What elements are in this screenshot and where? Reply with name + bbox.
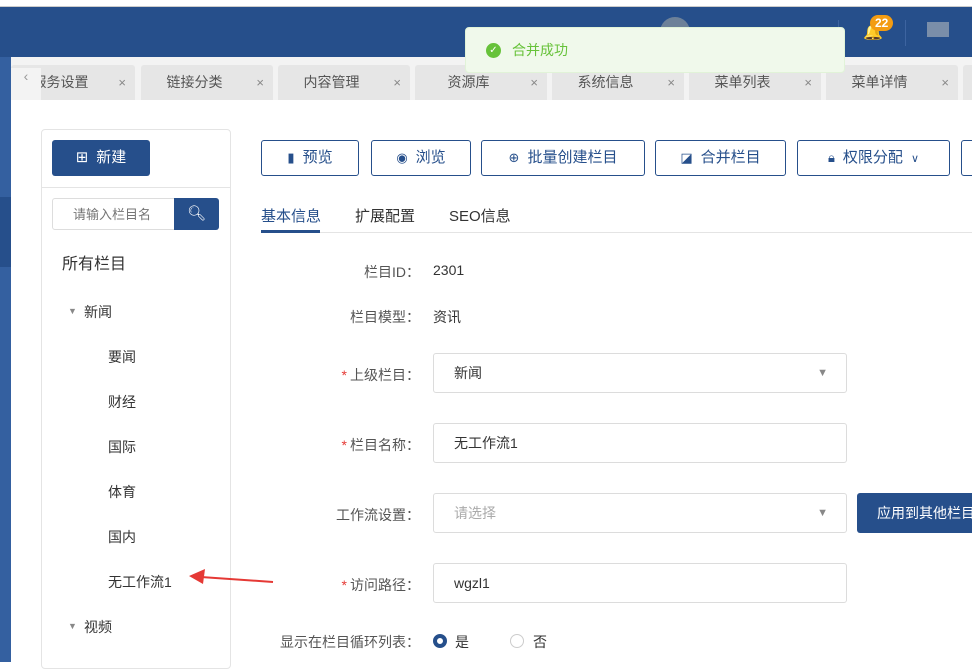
tab-link-category[interactable]: 链接分类 × bbox=[141, 65, 273, 100]
tab-basic-info[interactable]: 基本信息 bbox=[261, 205, 321, 226]
add-copy-icon: ⊞ bbox=[75, 149, 89, 166]
radio-yes-label[interactable]: 是 bbox=[455, 632, 469, 652]
left-nav-active[interactable] bbox=[0, 197, 11, 267]
required-mark: * bbox=[341, 367, 347, 383]
preview-button[interactable]: ▮ 预览 bbox=[261, 140, 359, 176]
permission-label: 权限分配 bbox=[842, 149, 903, 166]
divider bbox=[261, 232, 972, 233]
batch-create-button[interactable]: ⊕ 批量创建栏目 bbox=[481, 140, 645, 176]
caret-down-icon: ▼ bbox=[817, 367, 828, 379]
tree-node[interactable]: 要闻 bbox=[108, 347, 136, 367]
required-mark: * bbox=[341, 437, 347, 453]
name-label: * 栏目名称： bbox=[240, 435, 420, 455]
search-button[interactable]: 🔍︎ bbox=[174, 198, 219, 230]
close-icon[interactable]: × bbox=[941, 65, 949, 100]
radio-no[interactable] bbox=[510, 634, 524, 648]
radio-yes[interactable] bbox=[433, 634, 447, 648]
close-icon[interactable]: × bbox=[118, 65, 126, 100]
all-categories[interactable]: 所有栏目 bbox=[62, 250, 126, 274]
name-input[interactable]: 无工作流1 bbox=[433, 423, 847, 463]
left-nav bbox=[0, 57, 11, 662]
batch-create-label: 批量创建栏目 bbox=[527, 149, 618, 166]
window-top-strip bbox=[0, 0, 972, 7]
close-icon[interactable]: × bbox=[256, 65, 264, 100]
parent-label-text: 上级栏目： bbox=[350, 367, 420, 383]
tree-node-video[interactable]: 视频 bbox=[84, 617, 112, 637]
path-input[interactable]: wgzl1 bbox=[433, 563, 847, 603]
chevron-down-icon: ∨ bbox=[910, 153, 919, 165]
id-label: 栏目ID： bbox=[364, 264, 420, 280]
workflow-select[interactable]: 请选择 ▼ bbox=[433, 493, 847, 533]
required-mark: * bbox=[341, 577, 347, 593]
success-toast: ✓ 合并成功 bbox=[465, 27, 845, 73]
merge-icon: ◪ bbox=[680, 150, 693, 165]
tab-extended-config[interactable]: 扩展配置 bbox=[355, 205, 415, 226]
tree-node-selected[interactable]: 无工作流1 bbox=[108, 572, 172, 592]
divider bbox=[42, 187, 230, 188]
browse-label: 浏览 bbox=[415, 149, 446, 166]
apply-to-others-button[interactable]: 应用到其他栏目 bbox=[857, 493, 972, 533]
radio-no-label[interactable]: 否 bbox=[533, 632, 547, 652]
tree-node[interactable]: 国际 bbox=[108, 437, 136, 457]
tab-label: 链接分类 bbox=[166, 74, 223, 90]
file-search-icon: ▮ bbox=[287, 150, 295, 165]
parent-label: * 上级栏目： bbox=[240, 365, 420, 385]
parent-value: 新闻 bbox=[454, 365, 482, 381]
loop-list-label: 显示在栏目循环列表： bbox=[280, 634, 420, 650]
eye-icon: ◉ bbox=[396, 150, 408, 165]
merge-label: 合并栏目 bbox=[700, 149, 761, 166]
batch-add-icon: ⊕ bbox=[508, 150, 520, 165]
caret-down-icon[interactable]: ▼ bbox=[68, 621, 77, 631]
permission-dropdown[interactable]: 🔒︎ 权限分配 ∨ bbox=[797, 140, 950, 176]
path-label: * 访问路径： bbox=[240, 575, 420, 595]
caret-down-icon[interactable]: ▼ bbox=[68, 306, 77, 316]
path-label-text: 访问路径： bbox=[350, 577, 420, 593]
workflow-placeholder: 请选择 bbox=[454, 505, 496, 521]
caret-down-icon: ▼ bbox=[817, 507, 828, 519]
tab-menu-detail[interactable]: 菜单详情 × bbox=[826, 65, 958, 100]
new-button[interactable]: ⊞ 新建 bbox=[52, 140, 150, 176]
merge-button[interactable]: ◪ 合并栏目 bbox=[655, 140, 786, 176]
tree-node[interactable]: 财经 bbox=[108, 392, 136, 412]
category-search-input[interactable] bbox=[52, 198, 176, 230]
toast-message: 合并成功 bbox=[512, 42, 568, 58]
tab-more[interactable] bbox=[963, 65, 972, 100]
check-circle-icon: ✓ bbox=[486, 43, 501, 58]
model-value: 资讯 bbox=[433, 309, 461, 325]
search-icon: 🔍︎ bbox=[186, 205, 207, 222]
tree-node-news[interactable]: 新闻 bbox=[84, 302, 112, 322]
id-value: 2301 bbox=[433, 262, 465, 278]
divider bbox=[905, 20, 906, 46]
active-tab-indicator bbox=[261, 230, 320, 233]
tree-node[interactable]: 体育 bbox=[108, 482, 136, 502]
more-button[interactable] bbox=[961, 140, 972, 176]
name-label-text: 栏目名称： bbox=[350, 437, 420, 453]
tab-seo-info[interactable]: SEO信息 bbox=[449, 205, 511, 226]
path-value: wgzl1 bbox=[454, 575, 490, 591]
new-label: 新建 bbox=[96, 149, 127, 166]
tabs-prev-button[interactable]: ‹ bbox=[11, 68, 41, 100]
model-label: 栏目模型： bbox=[350, 309, 420, 325]
monitor-icon[interactable] bbox=[927, 22, 949, 37]
preview-label: 预览 bbox=[302, 149, 333, 166]
close-icon[interactable]: × bbox=[393, 65, 401, 100]
tree-node[interactable]: 国内 bbox=[108, 527, 136, 547]
tab-label: 内容管理 bbox=[303, 74, 360, 90]
name-value: 无工作流1 bbox=[454, 435, 518, 451]
workflow-label: 工作流设置： bbox=[336, 507, 420, 523]
tab-content-management[interactable]: 内容管理 × bbox=[278, 65, 410, 100]
notification-badge: 22 bbox=[870, 15, 894, 31]
browse-button[interactable]: ◉ 浏览 bbox=[371, 140, 471, 176]
lock-icon: 🔒︎ bbox=[828, 150, 835, 165]
parent-select[interactable]: 新闻 ▼ bbox=[433, 353, 847, 393]
